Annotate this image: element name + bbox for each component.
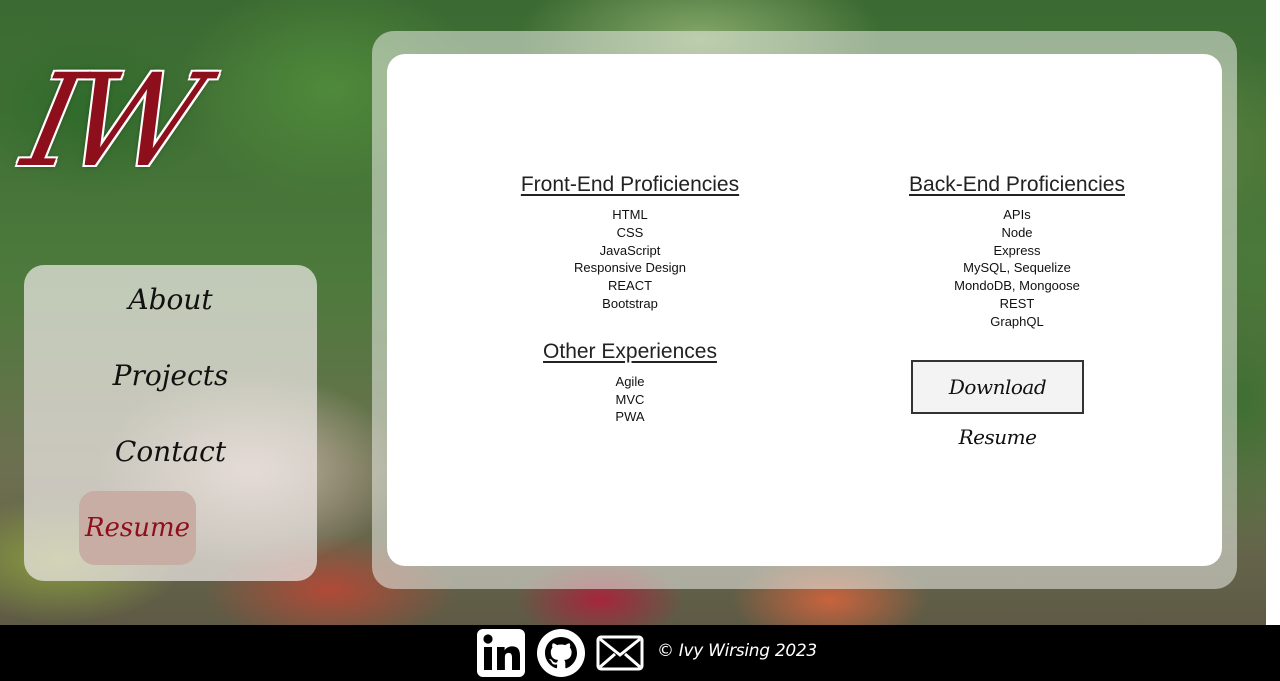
skill-item: Express	[993, 242, 1041, 258]
skill-item: PWA	[615, 409, 645, 425]
resume-panel: Front-End Proficiencies HTML CSS JavaScr…	[387, 54, 1222, 566]
skill-item: REST	[999, 295, 1035, 311]
skill-item: GraphQL	[990, 313, 1044, 329]
back-end-section: Back-End Proficiencies APIs Node Express…	[887, 172, 1147, 331]
nav-item-projects[interactable]: Projects	[24, 341, 317, 411]
back-end-list: APIs Node Express MySQL, Sequelize Mondo…	[887, 206, 1147, 331]
skill-item: APIs	[1003, 207, 1031, 222]
front-end-section: Front-End Proficiencies HTML CSS JavaScr…	[498, 172, 762, 426]
front-end-title: Front-End Proficiencies	[520, 173, 740, 196]
skill-item: Node	[1001, 224, 1033, 240]
skill-item: Bootstrap	[602, 295, 658, 311]
skill-item: MVC	[615, 391, 645, 407]
nav-item-contact[interactable]: Contact	[24, 417, 317, 487]
footer: © Ivy Wirsing 2023	[0, 625, 1280, 681]
nav-item-resume[interactable]: Resume	[79, 491, 196, 565]
download-resume-button[interactable]: Download Resume	[911, 360, 1084, 449]
linkedin-icon[interactable]	[476, 628, 526, 678]
other-experiences-section: Other Experiences Agile MVC PWA	[498, 339, 762, 426]
skill-item: CSS	[616, 224, 644, 240]
page-edge	[1266, 0, 1280, 625]
other-experiences-list: Agile MVC PWA	[498, 373, 762, 426]
skill-item: REACT	[607, 278, 653, 294]
skill-item: Agile	[615, 373, 645, 389]
copyright-text: © Ivy Wirsing 2023	[657, 641, 817, 661]
github-icon[interactable]	[536, 628, 586, 678]
other-experiences-title: Other Experiences	[543, 339, 717, 363]
site-logo[interactable]: IW	[12, 47, 313, 196]
front-end-list: HTML CSS JavaScript Responsive Design RE…	[498, 206, 762, 313]
nav-item-about[interactable]: About	[24, 265, 317, 335]
skill-item: HTML	[612, 207, 648, 222]
sidebar-nav: About Projects Contact Resume	[24, 265, 317, 581]
skill-item: MySQL, Sequelize	[963, 260, 1071, 276]
skill-item: MondoDB, Mongoose	[954, 278, 1080, 294]
back-end-title: Back-End Proficiencies	[909, 173, 1125, 196]
skill-item: Responsive Design	[573, 260, 686, 276]
skill-item: JavaScript	[599, 242, 661, 258]
mail-icon[interactable]	[595, 628, 645, 678]
